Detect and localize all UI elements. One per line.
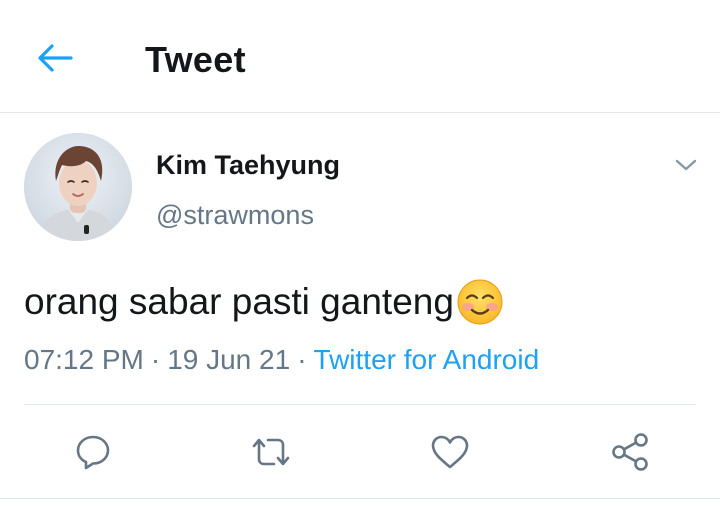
avatar-photo [24, 133, 132, 241]
tweet-body: orang sabar pasti ganteng [24, 278, 504, 326]
tweet-meta: 07:12 PM · 19 Jun 21 · Twitter for Android [24, 342, 539, 378]
tweet-menu-button[interactable] [668, 148, 704, 182]
back-button[interactable] [30, 36, 80, 80]
avatar[interactable] [24, 133, 132, 241]
divider [0, 498, 720, 499]
meta-separator: · [297, 344, 307, 375]
retweet-icon [252, 438, 290, 466]
top-app-bar: Tweet [0, 0, 720, 113]
author-display-name[interactable]: Kim Taehyung [156, 148, 340, 182]
chevron-down-icon [675, 159, 697, 171]
divider [24, 404, 696, 405]
tweet-text: orang sabar pasti ganteng [24, 281, 454, 322]
tweet-time: 07:12 PM [24, 344, 144, 375]
retweet-button[interactable] [249, 430, 293, 474]
share-button[interactable] [608, 430, 652, 474]
reply-button[interactable] [71, 430, 115, 474]
tweet-source-link[interactable]: Twitter for Android [314, 344, 540, 375]
smiling-face-emoji [457, 279, 503, 325]
share-icon [612, 433, 648, 471]
like-button[interactable] [428, 430, 472, 474]
meta-separator: · [150, 344, 161, 375]
heart-icon [431, 435, 469, 469]
page-title: Tweet [145, 39, 246, 80]
author-handle[interactable]: @strawmons [156, 198, 314, 232]
arrow-left-icon [38, 44, 73, 72]
tweet-date: 19 Jun 21 [167, 344, 291, 375]
reply-icon [76, 435, 110, 470]
